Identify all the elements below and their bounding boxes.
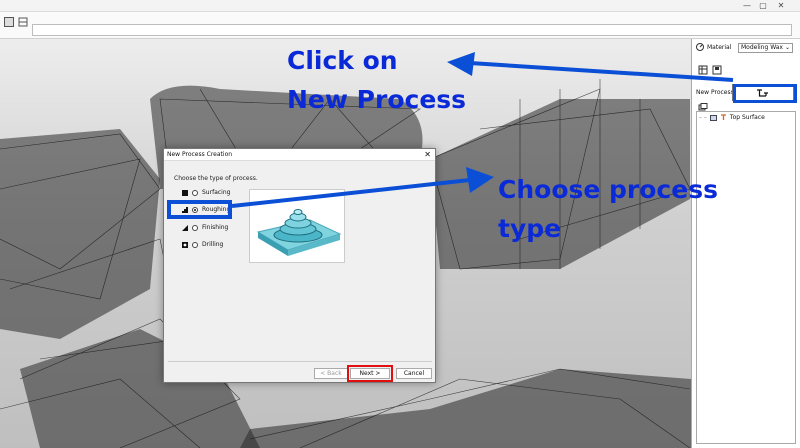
annotation-click-line1: Click on	[287, 46, 398, 75]
process-type-arrow	[231, 178, 471, 208]
annotation-click-line2: New Process	[287, 85, 467, 114]
annotation-arrows	[231, 52, 734, 208]
annotation-choose-line2: type	[498, 214, 562, 243]
new-process-arrow	[469, 61, 734, 82]
annotation-choose-line1: Choose process	[498, 175, 718, 204]
arrowhead-icon	[466, 167, 494, 193]
arrowhead-icon	[447, 52, 475, 76]
